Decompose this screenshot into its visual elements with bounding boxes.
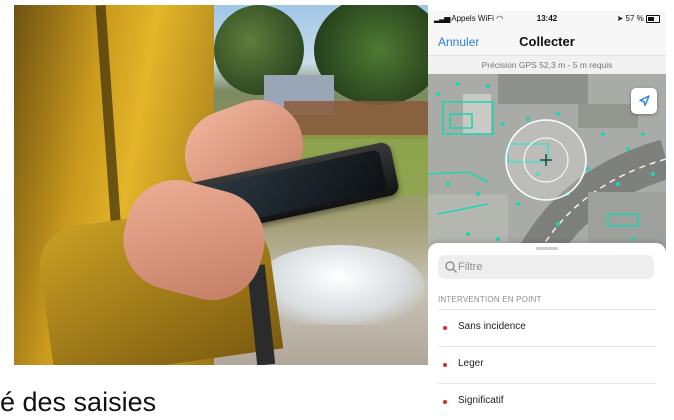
- nav-bar: Annuler Collecter: [428, 27, 666, 55]
- photo-water-spray: [254, 245, 424, 325]
- locate-me-button[interactable]: [631, 88, 657, 114]
- sheet-grabber-handle[interactable]: [536, 247, 558, 250]
- feature-type-sheet: INTERVENTION EN POINT Sans incidence Leg…: [428, 243, 666, 420]
- collector-app-screen: ▂▃▅ Appels WiFi ◠ 13:42 ➤ 57 % Annuler C…: [428, 11, 666, 420]
- list-item[interactable]: Leger: [428, 347, 666, 383]
- point-symbol-icon: [443, 400, 447, 404]
- section-header: INTERVENTION EN POINT: [438, 295, 542, 304]
- slide-caption: é des saisies: [0, 387, 157, 417]
- gps-precision-banner: Précision GPS 52,3 m - 5 m requis: [428, 55, 666, 75]
- battery-icon: [646, 14, 660, 23]
- list-item-label: Sans incidence: [458, 321, 526, 332]
- map-view[interactable]: [428, 74, 666, 254]
- photo-fence: [284, 101, 428, 139]
- filter-search-box: [438, 255, 654, 279]
- navigation-arrow-icon: [639, 95, 650, 107]
- search-icon: [445, 261, 457, 273]
- page-title: Collecter: [519, 34, 575, 49]
- status-bar: ▂▃▅ Appels WiFi ◠ 13:42 ➤ 57 %: [428, 11, 666, 27]
- location-arrow-icon: ➤: [616, 14, 624, 23]
- list-item[interactable]: Sans incidence: [428, 310, 666, 346]
- field-worker-photo: [14, 5, 428, 365]
- list-item[interactable]: Significatif: [428, 384, 666, 420]
- list-item-label: Significatif: [458, 395, 504, 406]
- status-right: ➤ 57 %: [617, 14, 660, 23]
- point-symbol-icon: [443, 363, 447, 367]
- point-symbol-icon: [443, 326, 447, 330]
- list-item-label: Leger: [458, 358, 484, 369]
- filter-input[interactable]: [458, 255, 648, 279]
